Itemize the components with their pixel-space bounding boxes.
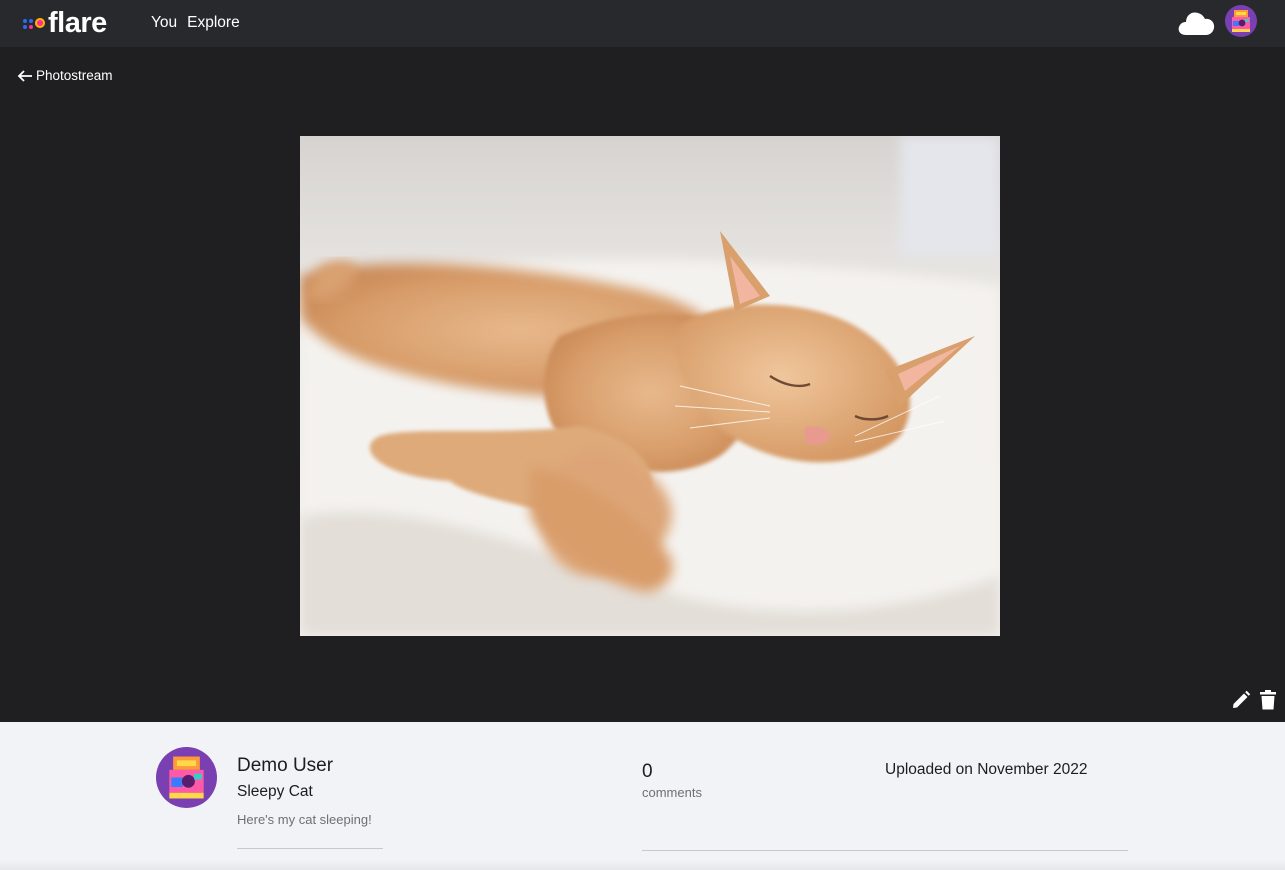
trash-icon[interactable] xyxy=(1259,690,1277,710)
nav-link-explore[interactable]: Explore xyxy=(187,12,240,34)
arrow-left-icon xyxy=(17,69,32,82)
photo-title: Sleepy Cat xyxy=(237,783,313,800)
divider xyxy=(642,850,1128,851)
back-label: Photostream xyxy=(36,68,113,83)
user-avatar[interactable] xyxy=(1225,5,1257,37)
nav-links: You Explore xyxy=(151,12,240,34)
cloud-upload-icon[interactable] xyxy=(1176,7,1216,37)
comment-label: comments xyxy=(642,785,702,800)
owner-avatar[interactable] xyxy=(156,747,217,808)
page-bottom-fade xyxy=(0,860,1285,870)
top-nav: flare You Explore xyxy=(0,0,1285,47)
logo-text: flare xyxy=(48,7,107,39)
main-photo xyxy=(300,136,1000,636)
divider xyxy=(237,848,383,849)
upload-date: Uploaded on November 2022 xyxy=(885,761,1088,778)
owner-username[interactable]: Demo User xyxy=(237,755,333,777)
back-to-photostream-link[interactable]: Photostream xyxy=(17,68,113,83)
flare-logo[interactable]: flare xyxy=(23,7,107,39)
logo-mark-icon xyxy=(23,13,47,33)
photo-description: Here's my cat sleeping! xyxy=(237,812,372,827)
photo-stage: Photostream xyxy=(0,47,1285,722)
comment-count: 0 xyxy=(642,761,653,782)
nav-link-you[interactable]: You xyxy=(151,12,177,34)
pencil-icon[interactable] xyxy=(1231,690,1251,710)
photo-info-panel: Demo User Sleepy Cat Here's my cat sleep… xyxy=(0,722,1285,870)
